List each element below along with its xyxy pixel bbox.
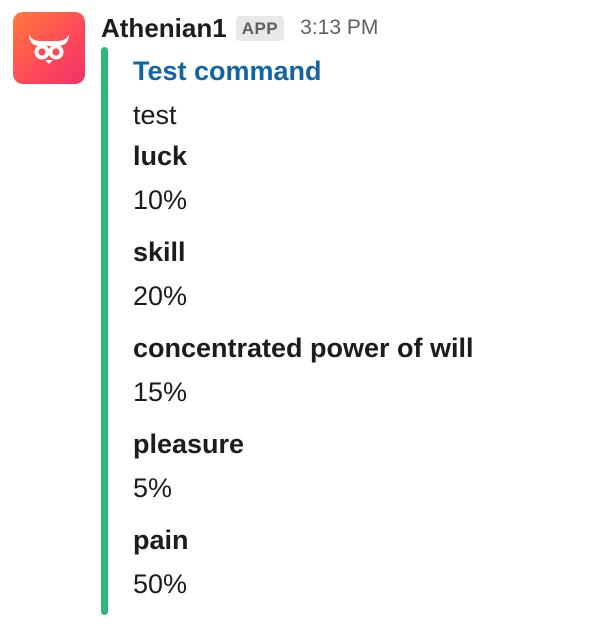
attachment-field: concentrated power of will 15% bbox=[133, 328, 593, 424]
attachment-accent-bar bbox=[101, 47, 108, 615]
sender-name[interactable]: Athenian1 bbox=[101, 13, 227, 44]
field-value: 5% bbox=[133, 473, 173, 503]
attachment-field: pleasure 5% bbox=[133, 424, 593, 520]
chat-message: Athenian1 APP 3:13 PM Test command test … bbox=[0, 0, 612, 635]
field-value: 50% bbox=[133, 569, 188, 599]
attachment-fields: luck 10% skill 20% concentrated power of… bbox=[133, 136, 593, 616]
message-timestamp[interactable]: 3:13 PM bbox=[300, 16, 378, 40]
attachment-field: luck 10% bbox=[133, 136, 593, 232]
attachment: Test command test luck 10% skill 20% con… bbox=[133, 52, 593, 616]
attachment-title-link[interactable]: Test command bbox=[133, 52, 593, 90]
attachment-field: skill 20% bbox=[133, 232, 593, 328]
app-avatar[interactable] bbox=[13, 12, 85, 84]
attachment-field: pain 50% bbox=[133, 520, 593, 616]
app-badge: APP bbox=[235, 15, 285, 41]
attachment-text: test bbox=[133, 100, 177, 130]
field-value: 10% bbox=[133, 185, 188, 215]
owl-bull-logo-icon bbox=[29, 34, 69, 64]
field-value: 20% bbox=[133, 281, 188, 311]
field-title: concentrated power of will bbox=[133, 333, 474, 363]
field-title: pleasure bbox=[133, 429, 245, 459]
field-value: 15% bbox=[133, 377, 188, 407]
field-title: luck bbox=[133, 141, 188, 171]
field-title: pain bbox=[133, 525, 189, 555]
field-title: skill bbox=[133, 237, 186, 267]
message-header: Athenian1 APP 3:13 PM bbox=[101, 8, 378, 48]
